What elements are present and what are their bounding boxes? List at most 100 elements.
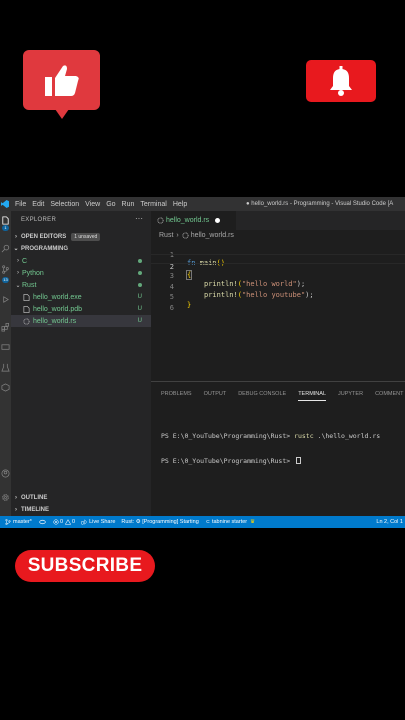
editor-tab-bar: hello_world.rs (151, 211, 405, 230)
chevron-down-icon: ⌄ (13, 246, 19, 252)
branch-status[interactable]: master* (5, 519, 32, 525)
tree-folder-c[interactable]: › C (11, 255, 151, 267)
tab-comments[interactable]: COMMENT (375, 391, 403, 401)
tab-problems[interactable]: PROBLEMS (161, 391, 192, 401)
untracked-badge: U (137, 294, 142, 300)
rust-file-icon (23, 317, 30, 325)
window-title: ● hello_world.rs - Programming - Visual … (246, 201, 394, 207)
tab-debug-console[interactable]: DEBUG CONSOLE (238, 391, 286, 401)
code-line: 3 println!("hello world"); (151, 264, 405, 288)
tab-output[interactable]: OUTPUT (204, 391, 227, 401)
tabnine-icon[interactable] (1, 383, 10, 392)
explorer-icon[interactable] (1, 216, 10, 225)
menu-view[interactable]: View (82, 201, 103, 208)
panel-tabs: PROBLEMS OUTPUT DEBUG CONSOLE TERMINAL J… (161, 391, 405, 401)
source-control-badge: 13 (2, 277, 9, 283)
live-share-label: Live Share (89, 519, 116, 525)
manage-gear-icon[interactable] (1, 493, 10, 502)
outline-section[interactable]: › OUTLINE (11, 492, 151, 503)
menu-selection[interactable]: Selection (47, 201, 82, 208)
live-share-icon (81, 519, 87, 525)
git-branch-icon (5, 519, 11, 525)
menu-file[interactable]: File (12, 201, 29, 208)
code-editor[interactable]: 1 fn main() 2 { 3 println!("hello world"… (151, 241, 405, 381)
tab-jupyter[interactable]: JUPYTER (338, 391, 363, 401)
subscribe-button[interactable]: SUBSCRIBE (15, 550, 155, 582)
vscode-logo-icon (1, 200, 9, 208)
like-button[interactable] (23, 50, 100, 119)
live-share-status[interactable]: Live Share (81, 519, 115, 525)
vscode-window: File Edit Selection View Go Run Terminal… (0, 197, 405, 528)
menu-run[interactable]: Run (119, 201, 138, 208)
chevron-right-icon: › (15, 506, 17, 513)
menu-terminal[interactable]: Terminal (137, 201, 169, 208)
code-line: 5 } (151, 285, 405, 309)
chevron-down-icon: ⌄ (15, 282, 21, 289)
untracked-badge: U (137, 306, 142, 312)
menu-bar: File Edit Selection View Go Run Terminal… (0, 197, 405, 211)
sync-icon (39, 519, 46, 525)
tree-item-label: hello_world.rs (33, 317, 77, 325)
account-icon[interactable] (1, 469, 10, 478)
extensions-icon[interactable] (1, 323, 10, 332)
cursor-position[interactable]: Ln 2, Col 1 (376, 516, 403, 528)
tree-item-label: Rust (22, 281, 37, 289)
terminal[interactable]: PS E:\0_YouTube\Programming\Rust> rustc … (161, 416, 380, 482)
explorer-more-actions-icon[interactable]: ··· (135, 214, 143, 223)
search-icon[interactable] (1, 244, 10, 253)
problems-status[interactable]: 0 0 (53, 519, 75, 525)
tab-hello-world-rs[interactable]: hello_world.rs (151, 211, 236, 230)
menu-edit[interactable]: Edit (29, 201, 47, 208)
unsaved-dot-icon[interactable] (215, 218, 221, 223)
open-editors-section[interactable]: › OPEN EDITORS 1 unsaved (11, 231, 151, 242)
explorer-title: EXPLORER (21, 217, 57, 223)
status-bar: master* 0 0 Live Share Rust: ⚙ [Programm… (0, 516, 405, 528)
timeline-section[interactable]: › TIMELINE (11, 504, 151, 515)
tree-folder-python[interactable]: › Python (11, 267, 151, 279)
timeline-label: TIMELINE (21, 506, 49, 513)
run-debug-icon[interactable] (1, 295, 10, 304)
testing-icon[interactable] (1, 363, 10, 372)
chevron-right-icon: › (15, 233, 17, 240)
tree-file-pdb[interactable]: hello_world.pdb U (11, 303, 151, 315)
breadcrumb-folder[interactable]: Rust (159, 232, 173, 239)
breadcrumb-file[interactable]: hello_world.rs (191, 232, 234, 239)
untracked-badge: U (137, 318, 142, 324)
terminal-line: PS E:\0_YouTube\Programming\Rust> rustc … (161, 432, 380, 441)
tree-folder-rust[interactable]: ⌄ Rust (11, 279, 151, 291)
tab-terminal[interactable]: TERMINAL (298, 391, 326, 401)
error-icon (53, 519, 59, 525)
remote-explorer-icon[interactable] (1, 343, 10, 352)
rust-file-icon (182, 232, 189, 239)
terminal-cursor (296, 457, 302, 464)
breadcrumb: Rust › hello_world.rs (159, 232, 234, 239)
tabnine-label: tabnine starter (211, 519, 248, 525)
rust-analyzer-status[interactable]: Rust: ⚙ [Programming] Starting (121, 519, 198, 525)
tab-label: hello_world.rs (166, 217, 210, 224)
tree-item-label: hello_world.pdb (33, 305, 83, 313)
branch-name: master* (13, 519, 32, 525)
chevron-right-icon: › (176, 232, 179, 239)
sync-status[interactable] (39, 519, 46, 525)
modified-dot-icon (138, 271, 142, 275)
source-control-icon[interactable] (1, 265, 10, 274)
terminal-command: rustc (294, 432, 314, 440)
menu-go[interactable]: Go (103, 201, 118, 208)
tabnine-icon: ⊂ (205, 519, 210, 525)
bottom-panel: PROBLEMS OUTPUT DEBUG CONSOLE TERMINAL J… (151, 381, 405, 516)
explorer-badge: 1 (2, 225, 9, 231)
code-line: 6 (151, 296, 405, 312)
tabnine-status[interactable]: ⊂ tabnine starter ♛ (206, 519, 255, 525)
activity-bar: 1 13 (0, 211, 11, 516)
menu-help[interactable]: Help (170, 201, 190, 208)
modified-dot-icon (138, 283, 142, 287)
tree-item-label: hello_world.exe (33, 293, 82, 301)
explorer-sidebar: EXPLORER ··· › OPEN EDITORS 1 unsaved ⌄ … (11, 211, 151, 516)
tree-file-exe[interactable]: hello_world.exe U (11, 291, 151, 303)
terminal-args: .\hello_world.rs (313, 432, 381, 440)
notification-bell-button[interactable] (306, 60, 376, 102)
tree-file-rs[interactable]: hello_world.rs U (11, 315, 151, 327)
workspace-section[interactable]: ⌄ PROGRAMMING (11, 243, 151, 254)
warning-icon (65, 519, 72, 525)
modified-dot-icon (138, 259, 142, 263)
